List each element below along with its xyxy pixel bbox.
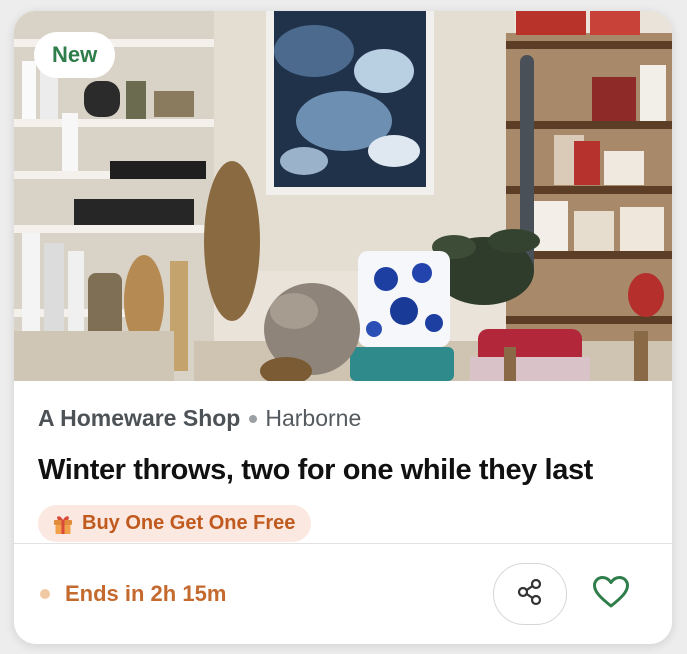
shop-name[interactable]: A Homeware Shop bbox=[38, 405, 240, 432]
status-dot bbox=[40, 589, 50, 599]
favorite-button[interactable] bbox=[588, 569, 634, 619]
heart-outline-icon bbox=[592, 575, 630, 614]
ends-countdown: Ends in 2h 15m bbox=[40, 581, 226, 607]
share-button[interactable] bbox=[493, 563, 567, 625]
separator-dot bbox=[249, 414, 258, 423]
deal-title[interactable]: Winter throws, two for one while they la… bbox=[38, 454, 593, 487]
divider bbox=[14, 543, 672, 544]
shop-meta: A Homeware Shop Harborne bbox=[38, 405, 361, 432]
new-badge-label: New bbox=[52, 42, 98, 67]
new-badge: New bbox=[34, 32, 116, 78]
ends-text: Ends in 2h 15m bbox=[65, 581, 227, 606]
shop-location: Harborne bbox=[265, 405, 362, 431]
offer-label: Buy One Get One Free bbox=[82, 512, 296, 534]
offer-badge: Buy One Get One Free bbox=[38, 505, 312, 542]
gift-icon bbox=[52, 513, 74, 535]
deal-card[interactable]: New A Homeware Shop Harborne Winter thro… bbox=[14, 11, 672, 644]
share-icon bbox=[515, 577, 545, 612]
shop-interior-photo: New bbox=[14, 11, 672, 381]
